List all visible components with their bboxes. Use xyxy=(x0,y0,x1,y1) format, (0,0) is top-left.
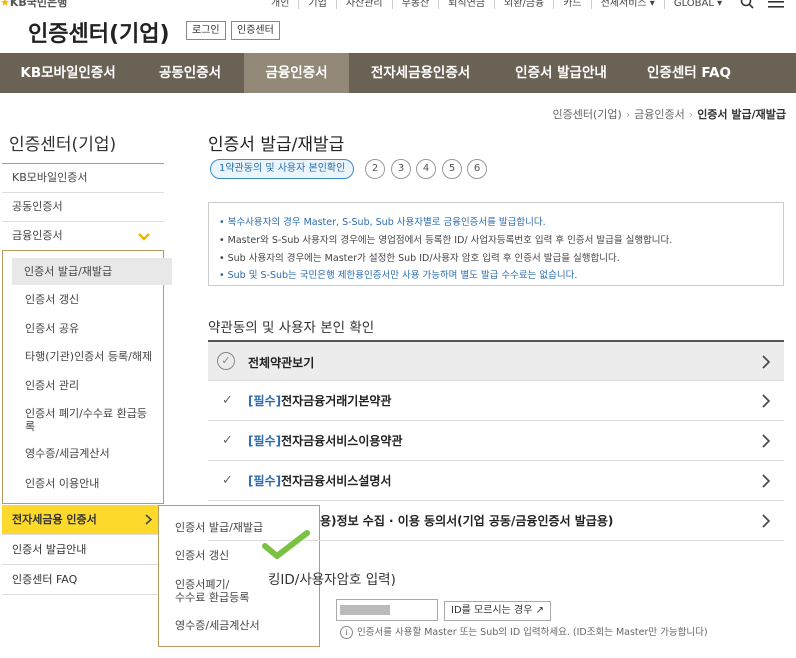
gnb-issue-guide[interactable]: 인증서 발급안내 xyxy=(492,53,630,93)
gnb-financial-cert[interactable]: 금융인증서 xyxy=(244,53,349,93)
flyout-item-receipt[interactable]: 영수증/세금계산서 xyxy=(175,619,260,632)
gnb-kb-mobile[interactable]: KB모바일인증서 xyxy=(0,53,136,93)
breadcrumb-item[interactable]: 인증센터(기업) xyxy=(552,108,621,121)
gnb-joint-cert[interactable]: 공동인증서 xyxy=(136,53,244,93)
top-link[interactable]: 개인 xyxy=(262,0,298,9)
notice-box: • 복수사용자의 경우 Master, S-Sub, Sub 사용자별로 금융인… xyxy=(208,202,784,286)
sidebar-submenu: 인증서 발급/재발급 인증서 갱신 인증서 공유 타행(기관)인증서 등록/해제… xyxy=(2,251,172,504)
login-button[interactable]: 로그인 xyxy=(186,21,226,40)
find-id-button[interactable]: ID를 모르시는 경우 ↗ xyxy=(444,601,551,621)
breadcrumb-separator-icon: › xyxy=(688,108,694,121)
top-icons xyxy=(740,0,785,10)
chevron-down-icon xyxy=(138,233,150,241)
sidebar-item-faq[interactable]: 인증센터 FAQ xyxy=(2,565,164,595)
breadcrumb-current: 인증서 발급/재발급 xyxy=(697,108,786,121)
submenu-item-renew[interactable]: 인증서 갱신 xyxy=(25,293,165,306)
submenu-item-share[interactable]: 인증서 공유 xyxy=(25,322,165,335)
submenu-item-other-bank[interactable]: 타행(기관)인증서 등록/해제 xyxy=(25,350,165,363)
top-link[interactable]: 기업 xyxy=(298,0,335,9)
sidebar-item-joint-cert[interactable]: 공동인증서 xyxy=(2,193,164,222)
site-title[interactable]: 인증센터(기업) xyxy=(28,16,170,48)
id-hint: i 인증서를 사용할 Master 또는 Sub의 ID 입력하세요. (ID조회… xyxy=(340,624,708,639)
chevron-right-icon xyxy=(145,514,152,525)
terms-item[interactable]: ✓ [필수]전자금융거래기본약관 xyxy=(208,380,784,421)
breadcrumb-separator-icon: › xyxy=(625,108,631,121)
sidebar-item-financial-cert[interactable]: 금융인증서 xyxy=(2,222,164,251)
flyout-item-renew[interactable]: 인증서 갱신 xyxy=(175,549,229,562)
flyout-item-revoke[interactable]: 인증서폐기/ 수수료 환급등록 xyxy=(175,578,249,604)
global-nav: KB모바일인증서 공동인증서 금융인증서 전자세금용인증서 인증서 발급안내 인… xyxy=(0,53,796,93)
terms-view-all-label: 전체약관보기 xyxy=(248,356,315,370)
top-link[interactable]: 부동산 xyxy=(391,0,439,9)
check-icon[interactable]: ✓ xyxy=(222,393,233,408)
notice-line: • Sub 사용자의 경우에는 Master가 설정한 Sub ID/사용자 암… xyxy=(219,253,620,264)
submenu-item-receipt[interactable]: 영수증/세금계산서 xyxy=(25,447,165,460)
submenu-item-guide[interactable]: 인증서 이용안내 xyxy=(25,477,165,490)
step-number: 5 xyxy=(442,159,462,179)
step-number: 2 xyxy=(365,159,385,179)
breadcrumb: 인증센터(기업) › 금융인증서 › 인증서 발급/재발급 xyxy=(552,106,786,122)
step-number: 3 xyxy=(391,159,411,179)
terms-section-title: 약관동의 및 사용자 본인 확인 xyxy=(208,320,375,336)
search-icon[interactable] xyxy=(740,0,754,9)
green-check-icon xyxy=(262,530,310,559)
notice-line: • Sub 및 S-Sub는 국민은행 제한용인증서만 사용 가능하며 별도 발… xyxy=(219,270,578,281)
chevron-right-icon xyxy=(762,514,770,528)
submenu-item-revoke[interactable]: 인증서 폐기/수수료 환급등록 xyxy=(25,407,155,433)
terms-view-all[interactable]: ✓ 전체약관보기 xyxy=(208,340,784,381)
top-link[interactable]: 자산관리 xyxy=(335,0,392,9)
info-icon: i xyxy=(340,626,353,639)
notice-line: • Master와 S-Sub 사용자의 경우에는 영업점에서 등록한 ID/ … xyxy=(219,235,673,246)
sidebar-bottom: 전자세금용 인증서 인증서 발급안내 인증센터 FAQ xyxy=(2,505,164,595)
page-title: 인증서 발급/재발급 xyxy=(208,135,345,155)
masked-value xyxy=(340,605,390,615)
top-links: 개인 기업 자산관리 부동산 퇴직연금 외환/금융 카드 전체서비스 ▾ GLOBAL ▾ xyxy=(262,0,731,9)
gnb-faq[interactable]: 인증센터 FAQ xyxy=(630,53,748,93)
check-circle-icon[interactable]: ✓ xyxy=(217,352,235,370)
notice-line: • 복수사용자의 경우 Master, S-Sub, Sub 사용자별로 금융인… xyxy=(219,217,546,228)
sidebar-item-kb-mobile[interactable]: KB모바일인증서 xyxy=(2,164,164,193)
chevron-right-icon xyxy=(762,474,770,488)
check-icon[interactable]: ✓ xyxy=(222,433,233,448)
id-input[interactable] xyxy=(336,599,438,621)
sidebar-item-issue-guide[interactable]: 인증서 발급안내 xyxy=(2,535,164,565)
top-link[interactable]: 퇴직연금 xyxy=(438,0,494,9)
chevron-right-icon xyxy=(762,394,770,408)
gnb-e-tax-cert[interactable]: 전자세금용인증서 xyxy=(349,53,492,93)
chevron-right-icon xyxy=(762,355,770,369)
top-link[interactable]: 전체서비스 ▾ xyxy=(590,0,664,9)
step-number: 6 xyxy=(467,159,487,179)
top-link[interactable]: 카드 xyxy=(553,0,590,9)
sidebar-title: 인증센터(기업) xyxy=(9,135,117,155)
submenu-item-issue[interactable]: 인증서 발급/재발급 xyxy=(12,258,172,285)
breadcrumb-item[interactable]: 금융인증서 xyxy=(634,108,685,121)
submenu-item-manage[interactable]: 인증서 관리 xyxy=(25,379,165,392)
step-number: 4 xyxy=(416,159,436,179)
chevron-right-icon xyxy=(762,434,770,448)
sidebar-item-e-tax-cert[interactable]: 전자세금용 인증서 xyxy=(2,505,164,535)
kb-star-icon: ★ xyxy=(0,0,10,9)
kb-logo[interactable]: ★KB국민은행 xyxy=(0,0,67,10)
terms-item[interactable]: ✓ [필수]전자금융서비스설명서 xyxy=(208,460,784,501)
top-link[interactable]: 외환/금융 xyxy=(494,0,553,9)
id-section-title: 킹ID/사용자암호 입력) xyxy=(268,572,396,588)
step-current: 1약관동의 및 사용자 본인확인 xyxy=(210,159,355,179)
hamburger-icon[interactable] xyxy=(768,0,785,9)
cert-center-button[interactable]: 인증센터 xyxy=(231,21,280,40)
sidebar: KB모바일인증서 공동인증서 금융인증서 xyxy=(2,163,164,251)
terms-item[interactable]: ✓ [필수]전자금융서비스이용약관 xyxy=(208,420,784,461)
top-link[interactable]: GLOBAL ▾ xyxy=(663,0,731,9)
check-icon[interactable]: ✓ xyxy=(222,473,233,488)
